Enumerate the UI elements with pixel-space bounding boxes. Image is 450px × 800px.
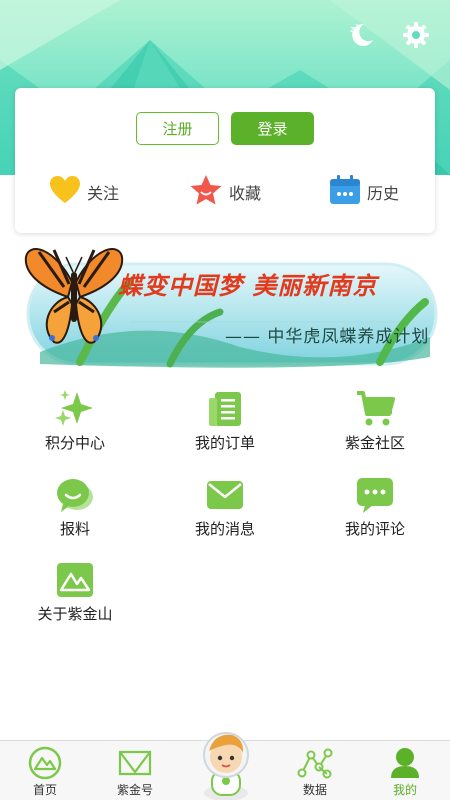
menu-points-center[interactable]: 积分中心 [20,390,130,456]
mountain-icon [20,561,130,599]
menu-label: 紫金社区 [344,434,405,452]
butterfly-illustration [24,242,124,352]
menu-my-messages[interactable]: 我的消息 [170,476,280,542]
nav-label: 紫金号 [116,783,153,797]
nav-label: 我的 [392,783,417,797]
nav-data[interactable]: 数据 [280,746,350,800]
menu-my-orders[interactable]: 我的订单 [170,390,280,456]
mountain-circle-icon [10,746,80,780]
menu-about-zijinshan[interactable]: 关于紫金山 [20,561,130,627]
document-icon [170,390,280,428]
menu-label: 报料 [59,520,90,538]
envelope-icon [170,476,280,514]
menu-label: 积分中心 [44,434,105,452]
follow-label: 关注 [87,184,120,203]
menu-my-comments[interactable]: 我的评论 [320,476,430,542]
favorites-label: 收藏 [229,184,262,203]
chat-bubble-icon [20,476,130,514]
menu-label: 关于紫金山 [37,605,113,623]
menu-report-news[interactable]: 报料 [20,476,130,542]
account-card: 注册 登录 关注 收藏 历史 [15,88,435,233]
nav-zijin-account[interactable]: 紫金号 [100,746,170,800]
menu-zijin-community[interactable]: 紫金社区 [320,390,430,456]
gear-icon[interactable] [399,18,433,52]
nav-mine[interactable]: 我的 [370,746,440,800]
menu-label: 我的订单 [194,434,255,452]
banner-subtitle: —— 中华虎凤蝶养成计划 [225,327,430,347]
nav-label: 数据 [302,783,327,797]
svg-text:z: z [355,23,358,30]
mascot-center-button[interactable] [194,725,258,800]
heart-icon [49,175,81,209]
favorites-link[interactable]: 收藏 [189,174,261,210]
person-icon [370,746,440,780]
moon-icon[interactable]: z z [344,18,378,52]
nav-label: 首页 [32,783,57,797]
folded-icon [100,746,170,780]
history-label: 历史 [367,184,400,203]
star-icon [189,174,223,210]
login-button[interactable]: 登录 [231,112,314,145]
comment-icon [320,476,430,514]
sparkle-icon [20,390,130,428]
calendar-icon [329,175,361,209]
follow-link[interactable]: 关注 [49,174,119,210]
banner-title: 蝶变中国梦 美丽新南京 [118,271,378,300]
menu-label: 我的评论 [344,520,405,538]
cart-icon [320,390,430,428]
menu-label: 我的消息 [194,520,255,538]
promo-banner[interactable]: 蝶变中国梦 美丽新南京 —— 中华虎凤蝶养成计划 [20,242,440,374]
network-icon [280,746,350,780]
register-button[interactable]: 注册 [136,112,219,145]
history-link[interactable]: 历史 [329,174,399,210]
nav-home[interactable]: 首页 [10,746,80,800]
